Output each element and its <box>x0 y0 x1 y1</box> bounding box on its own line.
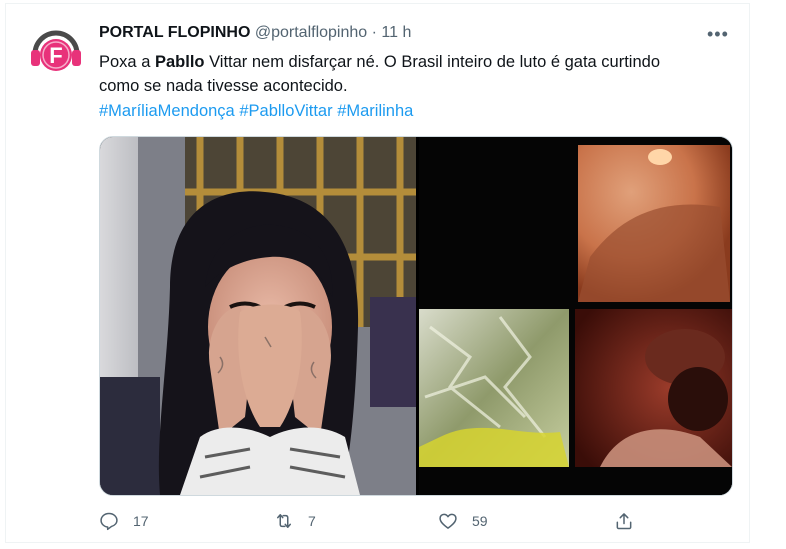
hashtag-list: #MaríliaMendonça #PablloVittar #Marilinh… <box>99 99 413 123</box>
retweet-button[interactable]: 7 <box>274 509 316 533</box>
hashtag-link[interactable]: #PablloVittar <box>239 102 332 120</box>
tweet-text: Poxa a Pabllo Vittar nem disfarçar né. O… <box>99 50 689 98</box>
retweet-count: 7 <box>308 513 316 529</box>
action-bar: 17 7 59 <box>99 509 739 533</box>
tweet-header: PORTAL FLOPINHO @portalflopinho · 11 h <box>99 24 411 42</box>
like-button[interactable]: 59 <box>438 509 488 533</box>
tweet-card[interactable]: F PORTAL FLOPINHO @portalflopinho · 11 h… <box>5 3 750 543</box>
author-handle[interactable]: @portalflopinho <box>255 24 367 41</box>
right-collage <box>419 137 732 495</box>
tweet-text-bold: Pabllo <box>154 53 205 71</box>
share-icon <box>616 513 632 530</box>
media-image[interactable] <box>100 137 732 495</box>
retweet-icon <box>277 514 291 528</box>
share-button[interactable] <box>614 509 634 533</box>
hashtag-link[interactable]: #MaríliaMendonça <box>99 102 235 120</box>
tweet-media[interactable] <box>99 136 733 496</box>
author-name[interactable]: PORTAL FLOPINHO <box>99 24 250 41</box>
avatar-letter: F <box>49 43 62 68</box>
more-options-icon[interactable]: ••• <box>707 24 733 44</box>
hashtag-link[interactable]: #Marilinha <box>337 102 413 120</box>
like-count: 59 <box>472 513 488 529</box>
avatar[interactable]: F <box>27 22 85 80</box>
tweet-timestamp[interactable]: 11 h <box>381 24 411 41</box>
tweet-text-part1: Poxa a <box>99 53 155 71</box>
heart-icon <box>439 513 457 529</box>
left-photo <box>100 137 416 495</box>
reply-icon <box>100 512 118 531</box>
reply-count: 17 <box>133 513 149 529</box>
header-separator: · <box>371 24 377 41</box>
reply-button[interactable]: 17 <box>99 509 149 533</box>
